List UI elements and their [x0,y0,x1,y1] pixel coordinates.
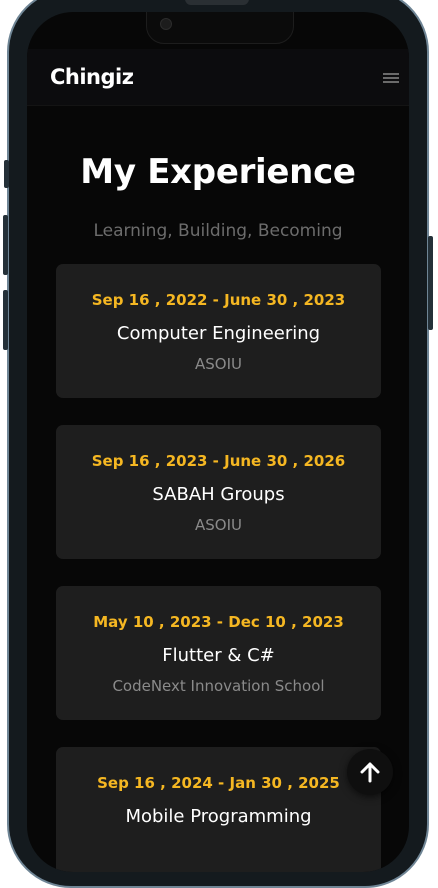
experience-organization: CodeNext Innovation School [112,677,325,695]
experience-card: May 10 , 2023 - Dec 10 , 2023 Flutter & … [56,586,381,720]
experience-date: Sep 16 , 2022 - June 30 , 2023 [91,291,346,309]
phone-speaker [185,0,249,5]
site-logo[interactable]: Chingiz [50,65,134,89]
experience-card: Sep 16 , 2023 - June 30 , 2026 SABAH Gro… [56,425,381,559]
site-header: Chingiz [27,49,409,106]
scroll-to-top-button[interactable] [347,749,393,795]
phone-notch [146,12,294,44]
section-title: My Experience [80,152,356,192]
phone-side-button-power [428,236,433,330]
experience-role: Computer Engineering [116,323,321,344]
experience-date: Sep 16 , 2024 - Jan 30 , 2025 [97,774,340,792]
hamburger-menu-icon[interactable] [383,73,399,83]
phone-side-button-volume-up [3,215,8,275]
experience-card: Sep 16 , 2022 - June 30 , 2023 Computer … [56,264,381,398]
experience-role: Flutter & C# [162,645,275,666]
phone-side-button-volume-down [3,290,8,350]
camera-icon [160,18,172,30]
experience-role: Mobile Programming [125,806,312,827]
experience-organization: ASOIU [195,355,242,373]
arrow-up-icon [360,762,380,783]
experience-role: SABAH Groups [152,484,285,505]
phone-side-button-mute [4,160,9,188]
experience-date: May 10 , 2023 - Dec 10 , 2023 [93,613,344,631]
phone-screen: Chingiz My Experience Learning, Building… [27,12,409,872]
experience-organization: ASOIU [195,516,242,534]
section-subtitle: Learning, Building, Becoming [93,221,343,241]
experience-date: Sep 16 , 2023 - June 30 , 2026 [91,452,346,470]
experience-card: Sep 16 , 2024 - Jan 30 , 2025 Mobile Pro… [56,747,381,872]
